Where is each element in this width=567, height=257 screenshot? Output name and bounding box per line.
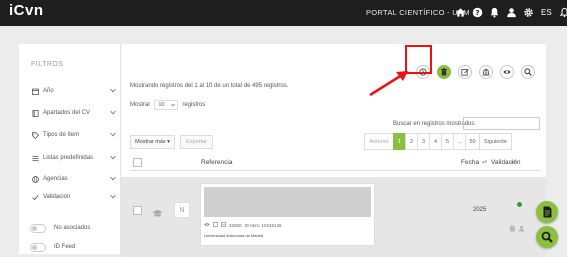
reference-meta: 32650 ID Item: 10246145 (204, 222, 282, 228)
graduation-cap-icon (152, 205, 163, 223)
toggle-not-associated[interactable]: No asociados (30, 221, 120, 235)
pager-previous[interactable]: Anterior (364, 133, 394, 150)
tag-icon (32, 131, 39, 139)
search-fab[interactable] (536, 226, 558, 248)
doc-icon[interactable] (509, 219, 516, 237)
gear-icon[interactable] (522, 6, 534, 18)
list-icon (32, 155, 39, 162)
column-reference[interactable]: Referencia (201, 159, 232, 166)
validation-status-dot (517, 202, 522, 207)
search-button[interactable] (521, 65, 535, 79)
pagination: Anterior 1 2 3 4 5 ... 50 Siguiente (364, 133, 512, 150)
filter-predefined-lists[interactable]: Listas predefinidas (32, 152, 116, 164)
filter-item-types[interactable]: Tipos de ítem (32, 129, 116, 141)
filter-label: Año (43, 88, 54, 94)
filter-agencies[interactable]: Agencias (32, 173, 116, 185)
copy-icon (221, 222, 226, 228)
select-all-checkbox[interactable] (133, 158, 142, 167)
institution-button[interactable] (479, 65, 493, 79)
show-more-button[interactable]: Mostrar más ▾ (130, 135, 175, 149)
top-bar-icons: ? ES (454, 6, 567, 18)
chevron-down-icon (110, 88, 116, 95)
reference-id: ID Item: 10246145 (244, 222, 282, 228)
toggle-id-feed[interactable]: ID Feed (30, 240, 120, 254)
sort-icon[interactable]: ▴▾ (482, 159, 487, 165)
filter-label: Agencias (43, 176, 68, 182)
edit-icon (461, 68, 469, 76)
item-thumbnail: N (174, 202, 190, 218)
row-year: 2025 (473, 207, 487, 213)
chevron-down-icon (110, 194, 116, 201)
search-input[interactable] (463, 117, 540, 130)
bank-icon (482, 68, 490, 76)
calendar-icon (32, 88, 39, 95)
book-icon (32, 109, 39, 117)
chevron-down-icon (110, 132, 116, 139)
edit-button[interactable] (458, 65, 472, 79)
reference-placeholder (204, 187, 371, 217)
bell-icon[interactable] (488, 6, 500, 18)
arrow-icon (369, 71, 408, 97)
filter-cv-sections[interactable]: Apartados del CV (32, 107, 116, 119)
export-button[interactable]: Exportar (180, 135, 213, 149)
table-header: Referencia ▴▾ Fecha ▴▾ Validación (130, 155, 541, 171)
view-button[interactable] (500, 65, 514, 79)
filter-label: Tipos de ítem (43, 132, 80, 138)
reference-organization: Universidad Autónoma de Madrid (204, 233, 264, 238)
main-panel: Mostrando registros del 1 al 10 de un to… (121, 44, 546, 257)
toggle-switch[interactable] (30, 242, 46, 252)
records-info: Mostrando registros del 1 al 10 de un to… (130, 83, 289, 89)
filter-label: Apartados del CV (43, 110, 91, 116)
toggle-label: ID Feed (54, 244, 76, 250)
user-icon[interactable] (505, 6, 517, 18)
toggle-label: No asociados (54, 225, 91, 231)
delete-button[interactable] (437, 65, 451, 79)
chevron-down-icon (110, 110, 116, 117)
doc-icon (213, 222, 218, 228)
check-icon (32, 194, 39, 201)
eye-icon (204, 222, 210, 228)
filters-title: FILTROS (31, 61, 64, 68)
page-size-control: Mostrar 10 registros (130, 100, 205, 110)
row-checkbox[interactable] (133, 206, 142, 215)
reference-card[interactable]: 32650 ID Item: 10246145 Universidad Autó… (200, 183, 375, 246)
table-row[interactable]: N 32650 ID Item: 10246145 Universidad Au… (121, 177, 546, 257)
language-selector[interactable]: ES (541, 8, 552, 17)
top-bar: iCvn PORTAL CIENTÍFICO - UAM ? ES (0, 0, 567, 26)
show-prefix: Mostrar (130, 102, 151, 108)
eye-icon (503, 70, 511, 74)
globe-icon (32, 175, 39, 183)
trash-icon (441, 68, 447, 76)
toggle-switch[interactable] (30, 223, 46, 233)
pager-next[interactable]: Siguiente (479, 133, 512, 150)
chevron-down-icon (110, 155, 116, 162)
reference-count: 32650 (229, 222, 242, 228)
user-icon[interactable] (518, 219, 525, 237)
svg-text:?: ? (475, 7, 479, 16)
filter-validation[interactable]: Validación (32, 191, 116, 203)
filter-label: Validación (43, 194, 71, 200)
chevron-down-icon (110, 176, 116, 183)
filters-sidebar: FILTROS Año Apartados del CV Tipos de ít… (19, 44, 121, 254)
page-size-value: 10 (158, 102, 165, 108)
filter-year[interactable]: Año (32, 85, 116, 97)
search-icon (524, 68, 532, 76)
home-icon[interactable] (454, 6, 466, 18)
pager-page-50[interactable]: 50 (465, 133, 480, 150)
search-icon (541, 231, 553, 243)
column-date[interactable]: Fecha (461, 159, 479, 166)
show-suffix: registros (182, 102, 206, 108)
page-size-select[interactable]: 10 (154, 100, 179, 110)
document-icon (543, 206, 551, 218)
help-icon[interactable]: ? (471, 6, 483, 18)
app-logo[interactable]: iCvn (9, 2, 44, 19)
new-document-fab[interactable] (536, 201, 558, 223)
chevron-down-icon (171, 103, 176, 107)
filter-label: Listas predefinidas (43, 155, 94, 161)
notification-icon[interactable] (559, 6, 567, 18)
column-validation[interactable]: Validación (491, 159, 521, 166)
